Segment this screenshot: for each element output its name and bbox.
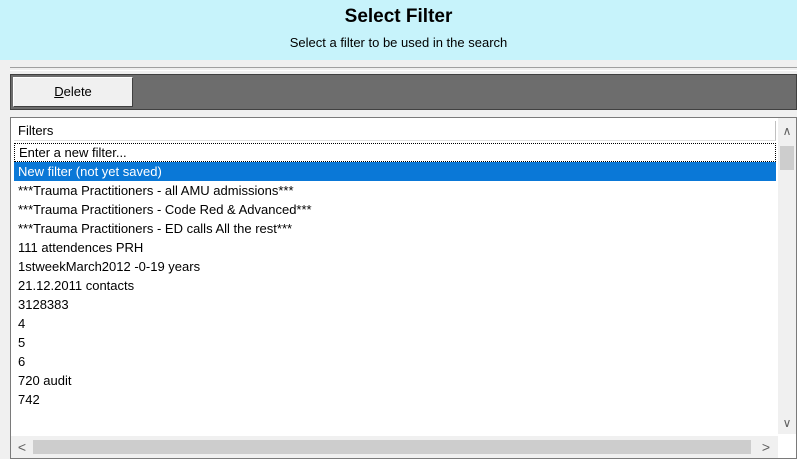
column-header-filters[interactable]: Filters: [14, 121, 776, 141]
filter-list-item[interactable]: 6: [14, 352, 776, 371]
dialog-header: Select Filter Select a filter to be used…: [0, 0, 797, 60]
toolbar: Delete: [10, 74, 797, 110]
dialog-title: Select Filter: [344, 6, 453, 27]
delete-label-rest: elete: [63, 84, 92, 99]
vertical-scrollbar[interactable]: ∧ ∨: [778, 118, 796, 434]
filter-list-item[interactable]: 21.12.2011 contacts: [14, 276, 776, 295]
filter-list-item[interactable]: 4: [14, 314, 776, 333]
filter-list-item[interactable]: 720 audit: [14, 371, 776, 390]
chevron-up-icon[interactable]: ∧: [778, 122, 796, 140]
chevron-down-icon[interactable]: ∨: [778, 414, 796, 432]
delete-mnemonic: D: [54, 84, 64, 99]
new-filter-entry[interactable]: Enter a new filter...: [14, 143, 776, 162]
dialog-subtitle: Select a filter to be used in the search: [289, 35, 508, 50]
filters-listbox[interactable]: Filters Enter a new filter... New filter …: [10, 117, 797, 459]
filter-list-item[interactable]: 111 attendences PRH: [14, 238, 776, 257]
filter-list-item[interactable]: ***Trauma Practitioners - Code Red & Adv…: [14, 200, 776, 219]
filters-list-rows: Enter a new filter... New filter (not yet…: [14, 143, 776, 409]
chevron-right-icon[interactable]: >: [757, 436, 775, 458]
vertical-scroll-thumb[interactable]: [780, 146, 794, 170]
horizontal-scroll-thumb[interactable]: [33, 440, 751, 454]
filter-list-item[interactable]: ***Trauma Practitioners - ED calls All t…: [14, 219, 776, 238]
filter-list-item[interactable]: New filter (not yet saved): [14, 162, 776, 181]
chevron-left-icon[interactable]: <: [13, 436, 31, 458]
delete-button[interactable]: Delete: [13, 77, 133, 107]
filter-list-item[interactable]: 1stweekMarch2012 -0-19 years: [14, 257, 776, 276]
filter-list-item[interactable]: ***Trauma Practitioners - all AMU admiss…: [14, 181, 776, 200]
filter-list-item[interactable]: 742: [14, 390, 776, 409]
horizontal-scrollbar[interactable]: < >: [11, 436, 778, 458]
filter-list-item[interactable]: 3128383: [14, 295, 776, 314]
separator: [10, 67, 797, 71]
filter-list-item[interactable]: 5: [14, 333, 776, 352]
